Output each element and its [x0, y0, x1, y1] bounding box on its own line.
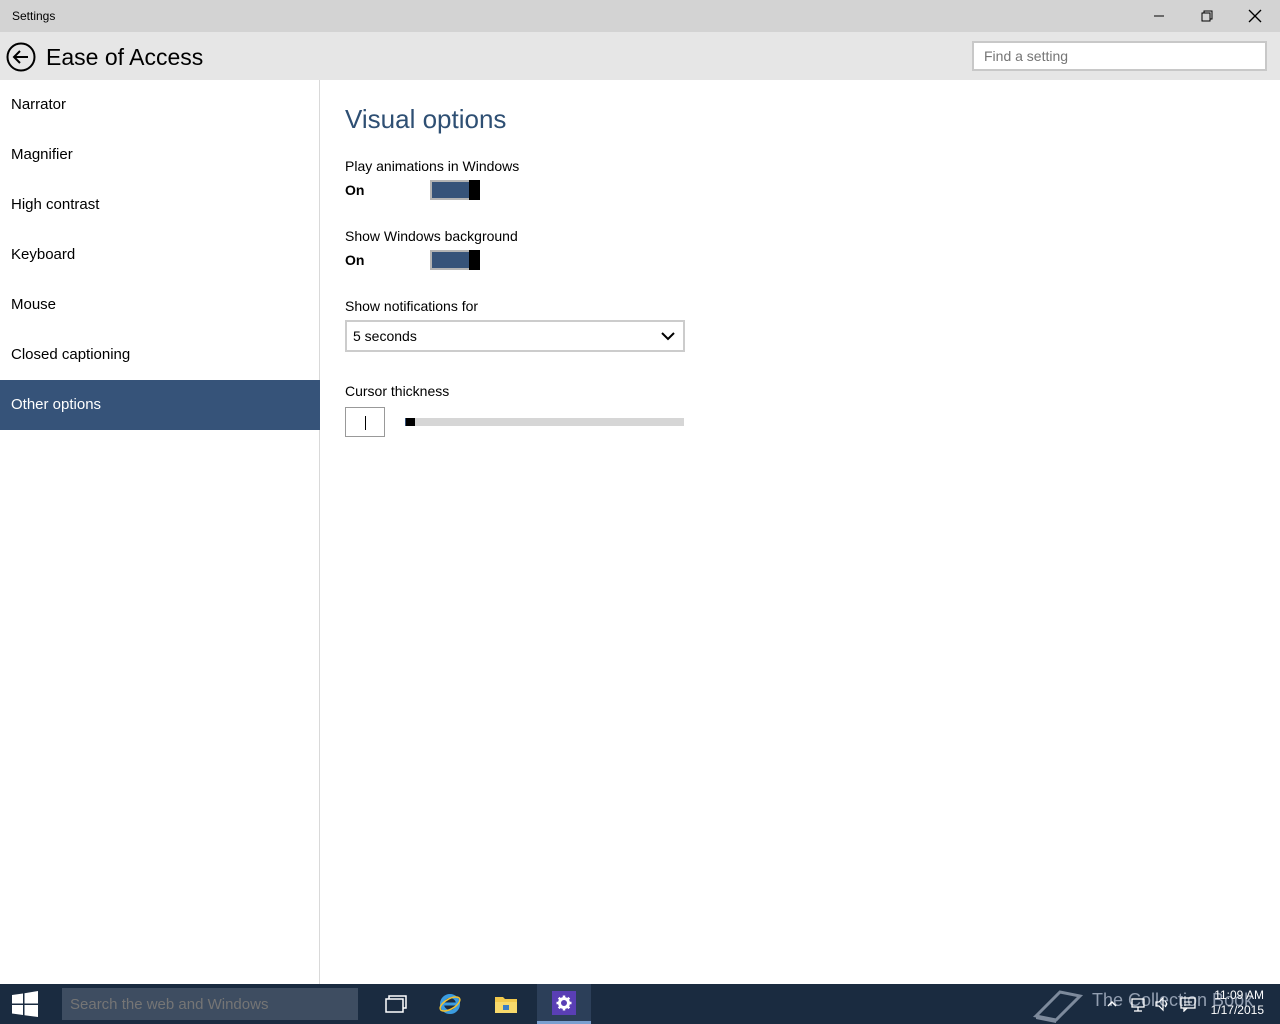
file-explorer-icon	[495, 997, 517, 1013]
back-button[interactable]	[6, 42, 36, 72]
minimize-button[interactable]	[1136, 0, 1182, 32]
system-tray	[1100, 984, 1210, 1024]
sidebar-item-narrator[interactable]: Narrator	[0, 80, 320, 130]
clock-time: 11:09 AM	[1214, 988, 1264, 1002]
sidebar-item-keyboard[interactable]: Keyboard	[0, 230, 320, 280]
settings-gear-icon	[556, 995, 572, 1010]
sidebar-item-closed-captioning[interactable]: Closed captioning	[0, 330, 320, 380]
notifications-duration-value: 5 seconds	[353, 328, 417, 344]
cursor-thickness-slider[interactable]	[405, 418, 684, 426]
internet-explorer-button[interactable]	[423, 984, 477, 1024]
section-title: Visual options	[345, 104, 507, 134]
taskbar-clock[interactable]: 11:09 AM 1/17/2015	[1211, 988, 1264, 1018]
cursor-thickness-label: Cursor thickness	[345, 383, 450, 399]
cursor-thickness-preview	[345, 407, 385, 437]
book-watermark-icon	[1032, 990, 1084, 1023]
notifications-duration-select[interactable]: 5 seconds	[345, 320, 685, 352]
page-title: Ease of Access	[46, 44, 204, 70]
sidebar-item-mouse[interactable]: Mouse	[0, 280, 320, 330]
close-button[interactable]	[1232, 0, 1278, 32]
chevron-down-icon	[661, 332, 675, 341]
settings-tile	[552, 990, 576, 1015]
background-label: Show Windows background	[345, 228, 518, 244]
animations-state: On	[345, 182, 365, 198]
sidebar: Narrator Magnifier High contrast Keyboar…	[0, 80, 320, 984]
sidebar-item-high-contrast[interactable]: High contrast	[0, 180, 320, 230]
window-titlebar: Settings	[0, 0, 1280, 32]
internet-explorer-icon	[439, 994, 461, 1014]
sidebar-item-other-options[interactable]: Other options	[0, 380, 320, 430]
find-setting-input[interactable]	[972, 41, 1267, 71]
notifications-label: Show notifications for	[345, 298, 479, 314]
minimize-icon	[1154, 15, 1164, 17]
volume-icon[interactable]	[1154, 996, 1170, 1012]
file-explorer-button[interactable]	[479, 984, 533, 1024]
taskbar: The Collection Book 11:09 AM 1/17/2015	[0, 984, 1280, 1024]
show-hidden-icons-chevron-up-icon[interactable]	[1104, 996, 1120, 1012]
sidebar-item-magnifier[interactable]: Magnifier	[0, 130, 320, 180]
background-toggle[interactable]	[430, 250, 480, 270]
clock-date: 1/17/2015	[1210, 1003, 1264, 1017]
action-center-icon[interactable]	[1180, 996, 1196, 1012]
main-content: Visual options Play animations in Window…	[321, 80, 1280, 984]
page-header: Ease of Access	[0, 32, 1280, 80]
taskbar-search-input[interactable]	[62, 988, 358, 1020]
animations-toggle[interactable]	[430, 180, 480, 200]
windows-logo-icon	[12, 991, 38, 1017]
network-icon[interactable]	[1130, 996, 1146, 1012]
background-state: On	[345, 252, 365, 268]
close-icon	[1248, 9, 1262, 23]
task-view-button[interactable]	[369, 984, 423, 1024]
restore-icon	[1201, 10, 1213, 22]
task-view-icon	[385, 995, 407, 1013]
settings-app-button[interactable]	[537, 984, 591, 1024]
cursor-thickness-slider-thumb[interactable]	[406, 418, 415, 426]
window-title: Settings	[12, 9, 56, 23]
animations-toggle-thumb	[469, 180, 480, 200]
background-toggle-thumb	[469, 250, 480, 270]
start-button[interactable]	[0, 984, 50, 1024]
animations-label: Play animations in Windows	[345, 158, 520, 174]
back-arrow-icon	[6, 42, 36, 72]
text-cursor-preview	[365, 416, 366, 430]
restore-button[interactable]	[1184, 0, 1230, 32]
